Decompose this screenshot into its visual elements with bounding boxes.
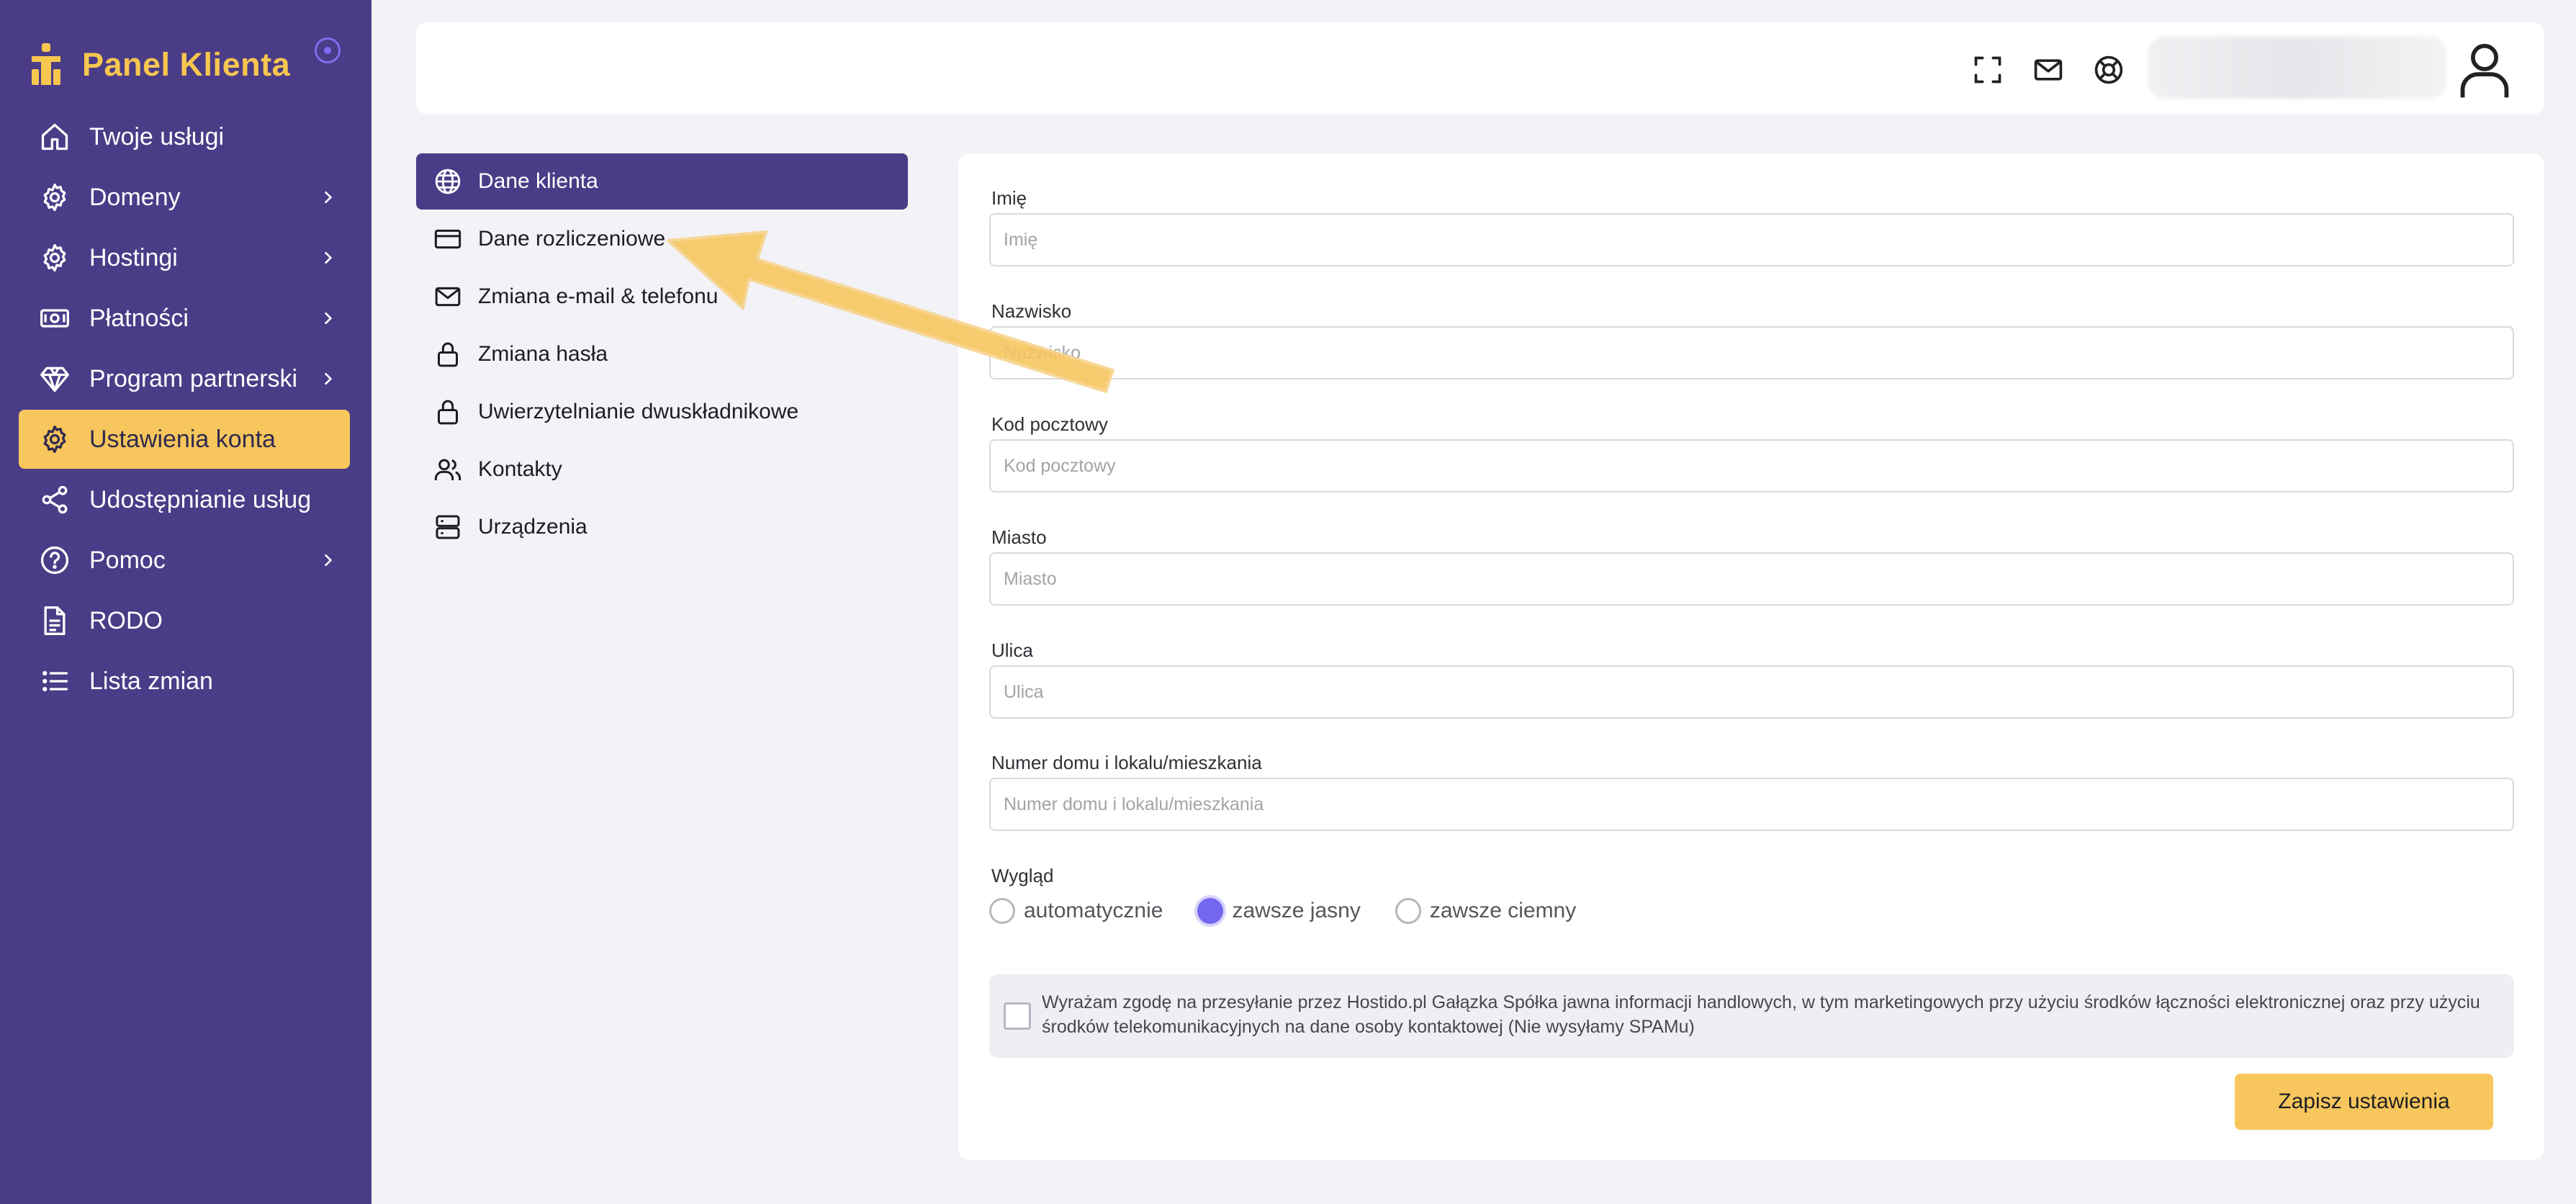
- top-header: [416, 22, 2544, 114]
- users-icon: [434, 459, 461, 480]
- submenu-item-label: Zmiana e-mail & telefonu: [478, 284, 719, 308]
- sidebar-item-label: Hostingi: [89, 243, 178, 271]
- last-name-label: Nazwisko: [991, 300, 1072, 322]
- first-name-input[interactable]: [989, 213, 2514, 266]
- brand-title: Panel Klienta: [82, 46, 291, 83]
- submenu-item-label: Dane rozliczeniowe: [478, 227, 666, 251]
- house-number-input[interactable]: [989, 778, 2514, 831]
- lifebuoy-icon[interactable]: [2093, 54, 2125, 86]
- first-name-label: Imię: [991, 187, 1027, 209]
- submenu-item-dane-rozliczeniowe[interactable]: Dane rozliczeniowe: [416, 211, 908, 267]
- submenu-item-label: Dane klienta: [478, 169, 598, 193]
- user-icon[interactable]: [2454, 38, 2516, 100]
- appearance-radio-dark[interactable]: zawsze ciemny: [1395, 898, 1576, 924]
- city-label: Miasto: [991, 526, 1047, 548]
- document-icon: [44, 606, 66, 635]
- list-icon: [42, 670, 68, 692]
- save-settings-button[interactable]: Zapisz ustawienia: [2235, 1074, 2493, 1130]
- street-input[interactable]: [989, 665, 2514, 719]
- sidebar-item-label: Domeny: [89, 183, 181, 211]
- submenu-item-label: Urządzenia: [478, 515, 587, 539]
- street-label: Ulica: [991, 639, 1033, 661]
- chevron-right-icon: [324, 554, 333, 567]
- submenu-item-dane-klienta[interactable]: Dane klienta: [416, 153, 908, 210]
- share-icon: [42, 485, 68, 514]
- appearance-radio-group: automatycznie zawsze jasny zawsze ciemny: [989, 895, 1611, 927]
- sidebar-collapse-toggle[interactable]: [315, 37, 341, 63]
- sidebar-item-label: Twoje usługi: [89, 122, 225, 150]
- diamond-icon: [40, 367, 69, 392]
- house-number-label: Numer domu i lokalu/mieszkania: [991, 752, 1262, 773]
- submenu-item-zmiana-hasla[interactable]: Zmiana hasła: [416, 326, 908, 382]
- submenu-item-zmiana-email[interactable]: Zmiana e-mail & telefonu: [416, 269, 908, 325]
- submenu-item-label: Kontakty: [478, 457, 562, 481]
- sidebar-item-program-partnerski[interactable]: Program partnerski: [19, 349, 350, 408]
- sidebar-item-lista-zmian[interactable]: Lista zmian: [19, 652, 350, 711]
- submenu-item-2fa[interactable]: Uwierzytelnianie dwuskładnikowe: [416, 384, 908, 440]
- sidebar: Panel Klienta Twoje usługi Domeny Hostin…: [0, 0, 371, 1204]
- brand[interactable]: Panel Klienta: [27, 42, 290, 88]
- sidebar-item-label: Pomoc: [89, 546, 166, 574]
- radio-label: zawsze jasny: [1232, 899, 1361, 922]
- sidebar-item-rodo[interactable]: RODO: [19, 591, 350, 650]
- client-data-form: Imię Nazwisko Kod pocztowy Miasto Ulica …: [958, 153, 2544, 1160]
- radio-circle-checked[interactable]: [1197, 898, 1224, 924]
- sidebar-item-platnosci[interactable]: Płatności: [19, 289, 350, 348]
- city-input[interactable]: [989, 552, 2514, 606]
- sidebar-item-udostepnianie-uslug[interactable]: Udostępnianie usług: [19, 470, 350, 529]
- radio-label: zawsze ciemny: [1429, 899, 1577, 922]
- sidebar-item-label: Lista zmian: [89, 667, 213, 695]
- submenu-item-urzadzenia[interactable]: Urządzenia: [416, 499, 908, 555]
- sidebar-item-twoje-uslugi[interactable]: Twoje usługi: [19, 107, 350, 166]
- chevron-right-icon: [324, 251, 333, 264]
- appearance-radio-light[interactable]: zawsze jasny: [1197, 898, 1361, 924]
- last-name-input[interactable]: [989, 326, 2514, 379]
- fullscreen-icon[interactable]: [1972, 54, 2004, 86]
- gear-icon: [43, 425, 66, 454]
- sidebar-item-label: RODO: [89, 606, 163, 634]
- mail-icon: [435, 287, 461, 307]
- help-circle-icon: [40, 546, 69, 575]
- chevron-right-icon: [324, 372, 333, 385]
- consent-text: Wyrażam zgodę na przesyłanie przez Hosti…: [1042, 992, 2480, 1037]
- chevron-right-icon: [324, 312, 333, 325]
- banknote-icon: [40, 309, 69, 328]
- user-name-redacted[interactable]: [2148, 37, 2446, 99]
- postal-code-input[interactable]: [989, 439, 2514, 493]
- lock-icon: [438, 400, 458, 425]
- sidebar-item-hostingi[interactable]: Hostingi: [19, 228, 350, 287]
- server-icon: [436, 515, 460, 539]
- sidebar-item-label: Udostępnianie usług: [89, 485, 312, 513]
- lock-icon: [438, 342, 458, 367]
- postal-code-label: Kod pocztowy: [991, 413, 1108, 435]
- appearance-radio-auto[interactable]: automatycznie: [989, 898, 1163, 924]
- sidebar-item-label: Płatności: [89, 304, 189, 332]
- globe-icon: [435, 169, 461, 194]
- sidebar-item-pomoc[interactable]: Pomoc: [19, 531, 350, 590]
- submenu-item-label: Uwierzytelnianie dwuskładnikowe: [478, 400, 799, 423]
- submenu-item-label: Zmiana hasła: [478, 342, 608, 366]
- mail-icon[interactable]: [2032, 54, 2064, 86]
- sidebar-item-ustawienia-konta[interactable]: Ustawienia konta: [19, 410, 350, 469]
- radio-label: automatycznie: [1024, 899, 1163, 922]
- submenu-item-kontakty[interactable]: Kontakty: [416, 441, 908, 498]
- home-icon: [41, 123, 68, 150]
- sidebar-item-label: Ustawienia konta: [89, 425, 276, 453]
- consent-checkbox[interactable]: [1004, 1002, 1031, 1030]
- sidebar-item-label: Program partnerski: [89, 364, 298, 392]
- chevron-right-icon: [324, 191, 333, 204]
- sidebar-item-domeny[interactable]: Domeny: [19, 168, 350, 227]
- brand-logo-icon: [32, 43, 60, 85]
- appearance-label: Wygląd: [991, 865, 1054, 886]
- radio-circle[interactable]: [1395, 898, 1421, 924]
- gear-icon: [43, 183, 66, 212]
- radio-circle[interactable]: [989, 898, 1015, 924]
- marketing-consent: Wyrażam zgodę na przesyłanie przez Hosti…: [989, 974, 2514, 1058]
- gear-icon: [43, 243, 66, 272]
- credit-card-icon: [434, 229, 461, 249]
